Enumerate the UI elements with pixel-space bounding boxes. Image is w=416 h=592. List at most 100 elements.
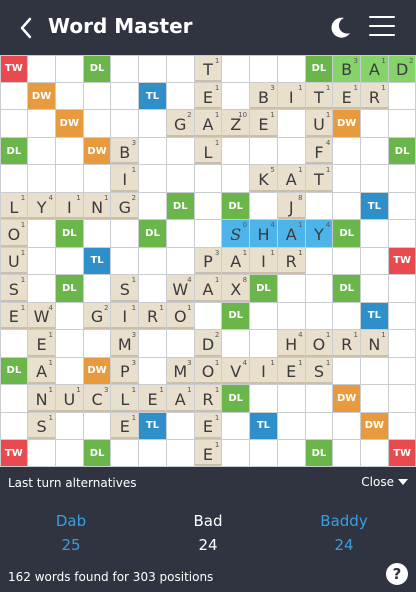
letter-tile[interactable]: E1 xyxy=(277,357,305,385)
letter-tile[interactable]: T1 xyxy=(305,165,333,192)
letter-tile[interactable]: O1 xyxy=(194,357,222,385)
letter-tile[interactable]: D2 xyxy=(194,330,222,357)
letter-tile[interactable]: X8 xyxy=(222,275,250,302)
empty-square[interactable] xyxy=(166,137,194,165)
empty-square[interactable] xyxy=(388,192,416,220)
empty-square[interactable] xyxy=(361,165,388,192)
empty-square[interactable] xyxy=(388,330,416,357)
letter-tile[interactable]: B3 xyxy=(250,82,277,110)
letter-tile[interactable]: A1 xyxy=(277,165,305,192)
empty-square[interactable] xyxy=(388,275,416,302)
letter-tile[interactable]: S1 xyxy=(305,357,333,385)
empty-square[interactable] xyxy=(361,385,388,412)
empty-square[interactable] xyxy=(277,55,305,82)
letter-tile[interactable]: L1 xyxy=(111,385,139,412)
empty-square[interactable] xyxy=(388,110,416,137)
letter-tile[interactable]: U1 xyxy=(55,385,83,412)
empty-square[interactable] xyxy=(111,220,139,247)
empty-square[interactable] xyxy=(388,302,416,330)
help-icon[interactable]: ? xyxy=(386,563,408,585)
empty-square[interactable] xyxy=(28,165,55,192)
bonus-square-dl[interactable]: DL xyxy=(139,220,166,247)
empty-square[interactable] xyxy=(194,220,222,247)
empty-square[interactable] xyxy=(83,330,111,357)
empty-square[interactable] xyxy=(166,220,194,247)
empty-square[interactable] xyxy=(0,385,28,412)
empty-square[interactable] xyxy=(388,220,416,247)
empty-square[interactable] xyxy=(361,357,388,385)
letter-tile[interactable]: U1 xyxy=(305,110,333,137)
bonus-square-dl[interactable]: DL xyxy=(305,440,333,467)
alternative-bad[interactable]: Bad 24 xyxy=(153,512,263,554)
empty-square[interactable] xyxy=(305,275,333,302)
letter-tile[interactable]: A1 xyxy=(194,275,222,302)
empty-square[interactable] xyxy=(83,165,111,192)
empty-square[interactable] xyxy=(250,137,277,165)
letter-tile[interactable]: S0 xyxy=(222,220,250,247)
letter-tile[interactable]: P3 xyxy=(194,247,222,275)
bonus-square-dl[interactable]: DL xyxy=(83,55,111,82)
empty-square[interactable] xyxy=(0,330,28,357)
bonus-square-dl[interactable]: DL xyxy=(222,385,250,412)
empty-square[interactable] xyxy=(305,192,333,220)
bonus-square-dl[interactable]: DL xyxy=(55,275,83,302)
bonus-square-dl[interactable]: DL xyxy=(0,137,28,165)
empty-square[interactable] xyxy=(55,330,83,357)
empty-square[interactable] xyxy=(222,440,250,467)
letter-tile[interactable]: R1 xyxy=(361,82,388,110)
empty-square[interactable] xyxy=(277,412,305,440)
empty-square[interactable] xyxy=(166,55,194,82)
empty-square[interactable] xyxy=(139,330,166,357)
empty-square[interactable] xyxy=(388,385,416,412)
empty-square[interactable] xyxy=(83,412,111,440)
empty-square[interactable] xyxy=(250,192,277,220)
empty-square[interactable] xyxy=(277,385,305,412)
bonus-square-dw[interactable]: DW xyxy=(28,82,55,110)
letter-tile[interactable]: G2 xyxy=(111,192,139,220)
empty-square[interactable] xyxy=(361,110,388,137)
letter-tile[interactable]: E1 xyxy=(194,412,222,440)
empty-square[interactable] xyxy=(305,302,333,330)
empty-square[interactable] xyxy=(55,302,83,330)
empty-square[interactable] xyxy=(222,82,250,110)
bonus-square-dl[interactable]: DL xyxy=(222,192,250,220)
empty-square[interactable] xyxy=(139,357,166,385)
letter-tile[interactable]: U1 xyxy=(0,247,28,275)
empty-square[interactable] xyxy=(28,55,55,82)
letter-tile[interactable]: H4 xyxy=(250,220,277,247)
empty-square[interactable] xyxy=(222,330,250,357)
close-button[interactable]: Close xyxy=(361,475,408,489)
empty-square[interactable] xyxy=(55,440,83,467)
empty-square[interactable] xyxy=(55,82,83,110)
empty-square[interactable] xyxy=(83,110,111,137)
empty-square[interactable] xyxy=(388,357,416,385)
empty-square[interactable] xyxy=(361,275,388,302)
letter-tile[interactable]: R1 xyxy=(277,247,305,275)
bonus-square-tl[interactable]: TL xyxy=(139,82,166,110)
letter-tile[interactable]: D2 xyxy=(388,55,416,82)
empty-square[interactable] xyxy=(139,247,166,275)
empty-square[interactable] xyxy=(277,110,305,137)
empty-square[interactable] xyxy=(139,440,166,467)
empty-square[interactable] xyxy=(139,275,166,302)
empty-square[interactable] xyxy=(55,165,83,192)
letter-tile[interactable]: A1 xyxy=(28,357,55,385)
empty-square[interactable] xyxy=(28,247,55,275)
empty-square[interactable] xyxy=(139,137,166,165)
letter-tile[interactable]: A1 xyxy=(194,110,222,137)
letter-tile[interactable]: K5 xyxy=(250,165,277,192)
empty-square[interactable] xyxy=(277,440,305,467)
letter-tile[interactable]: E1 xyxy=(139,385,166,412)
letter-tile[interactable]: T1 xyxy=(305,82,333,110)
empty-square[interactable] xyxy=(250,302,277,330)
bonus-square-tw[interactable]: TW xyxy=(388,247,416,275)
alternative-dab[interactable]: Dab 25 xyxy=(16,512,126,554)
empty-square[interactable] xyxy=(305,412,333,440)
bonus-square-dw[interactable]: DW xyxy=(83,357,111,385)
empty-square[interactable] xyxy=(333,165,361,192)
letter-tile[interactable]: I1 xyxy=(250,357,277,385)
empty-square[interactable] xyxy=(361,440,388,467)
letter-tile[interactable]: E1 xyxy=(0,302,28,330)
letter-tile[interactable]: I1 xyxy=(250,247,277,275)
bonus-square-dl[interactable]: DL xyxy=(222,302,250,330)
